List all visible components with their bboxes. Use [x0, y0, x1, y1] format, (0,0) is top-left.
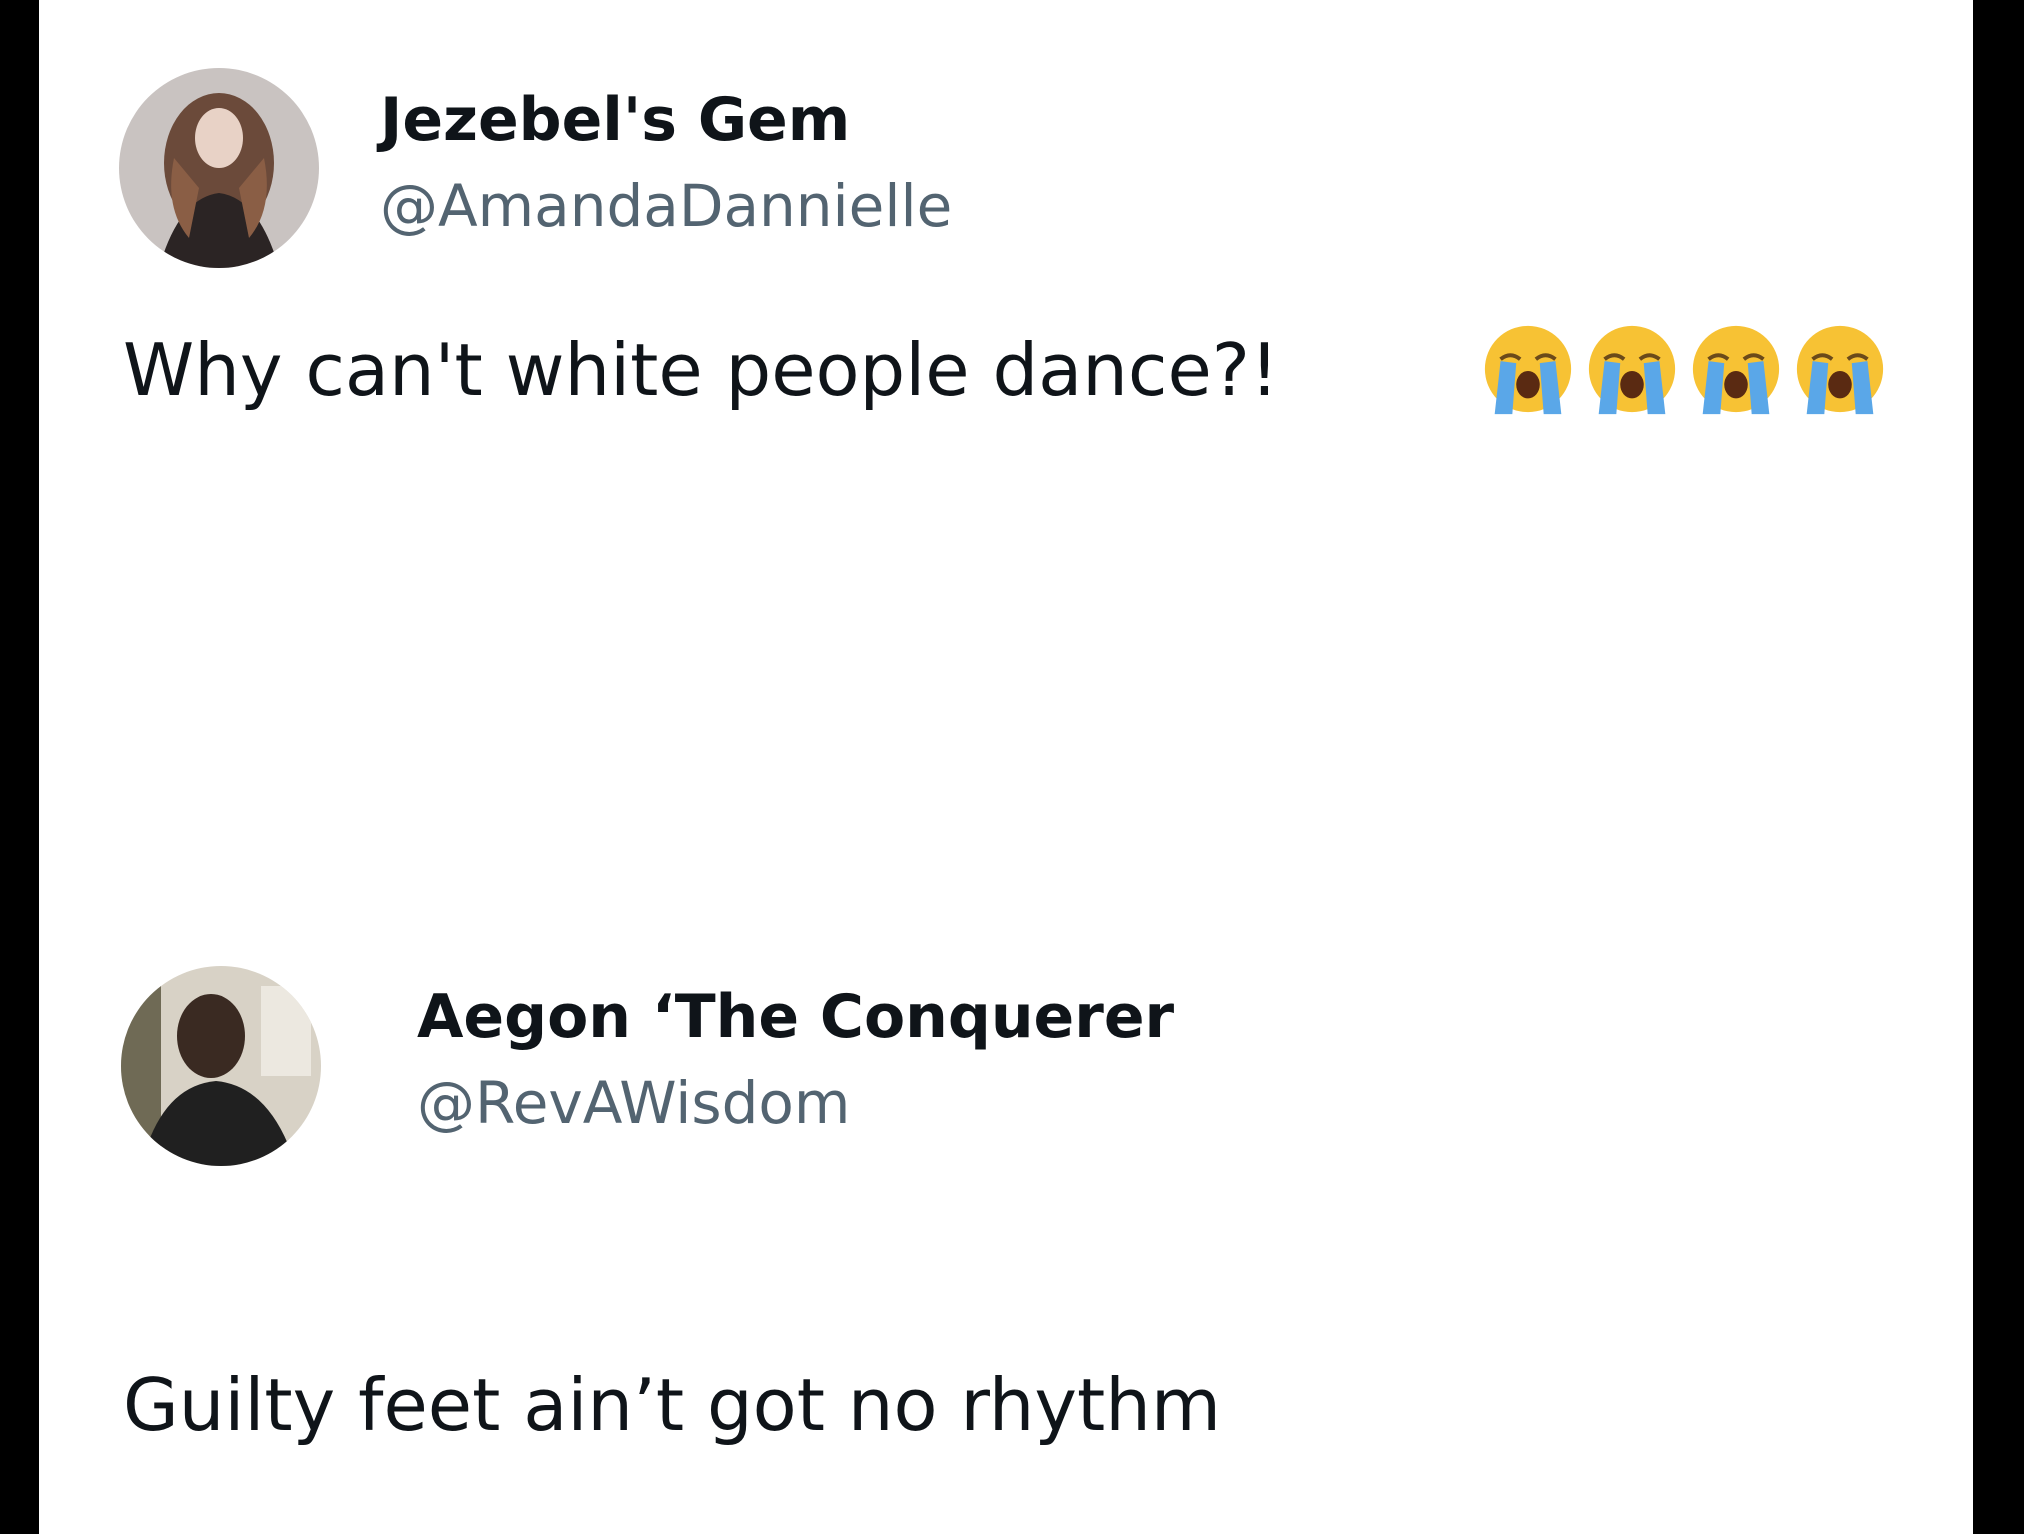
loudly-crying-face-icon [1692, 325, 1780, 415]
avatar-jezebels-gem[interactable] [119, 68, 319, 268]
tweet-text: Why can't white people dance?! [123, 328, 1279, 412]
loudly-crying-face-icon [1588, 325, 1676, 415]
display-name[interactable]: Aegon ‘The Conquerer [417, 987, 1174, 1047]
avatar-photo-icon [119, 68, 319, 268]
tweet-screenshot-panel: Jezebel's Gem @AmandaDannielle Why can't… [39, 0, 1973, 1534]
tweet-text: Guilty feet ain’t got no rhythm [123, 1363, 1221, 1447]
user-handle[interactable]: @AmandaDannielle [380, 177, 952, 235]
loudly-crying-face-icon [1484, 325, 1572, 415]
emoji-group [1479, 320, 1889, 418]
user-handle[interactable]: @RevAWisdom [417, 1074, 850, 1132]
loudly-crying-face-icon [1796, 325, 1884, 415]
display-name[interactable]: Jezebel's Gem [380, 90, 850, 150]
avatar-aegon[interactable] [121, 966, 321, 1166]
avatar-photo-icon [121, 966, 321, 1166]
